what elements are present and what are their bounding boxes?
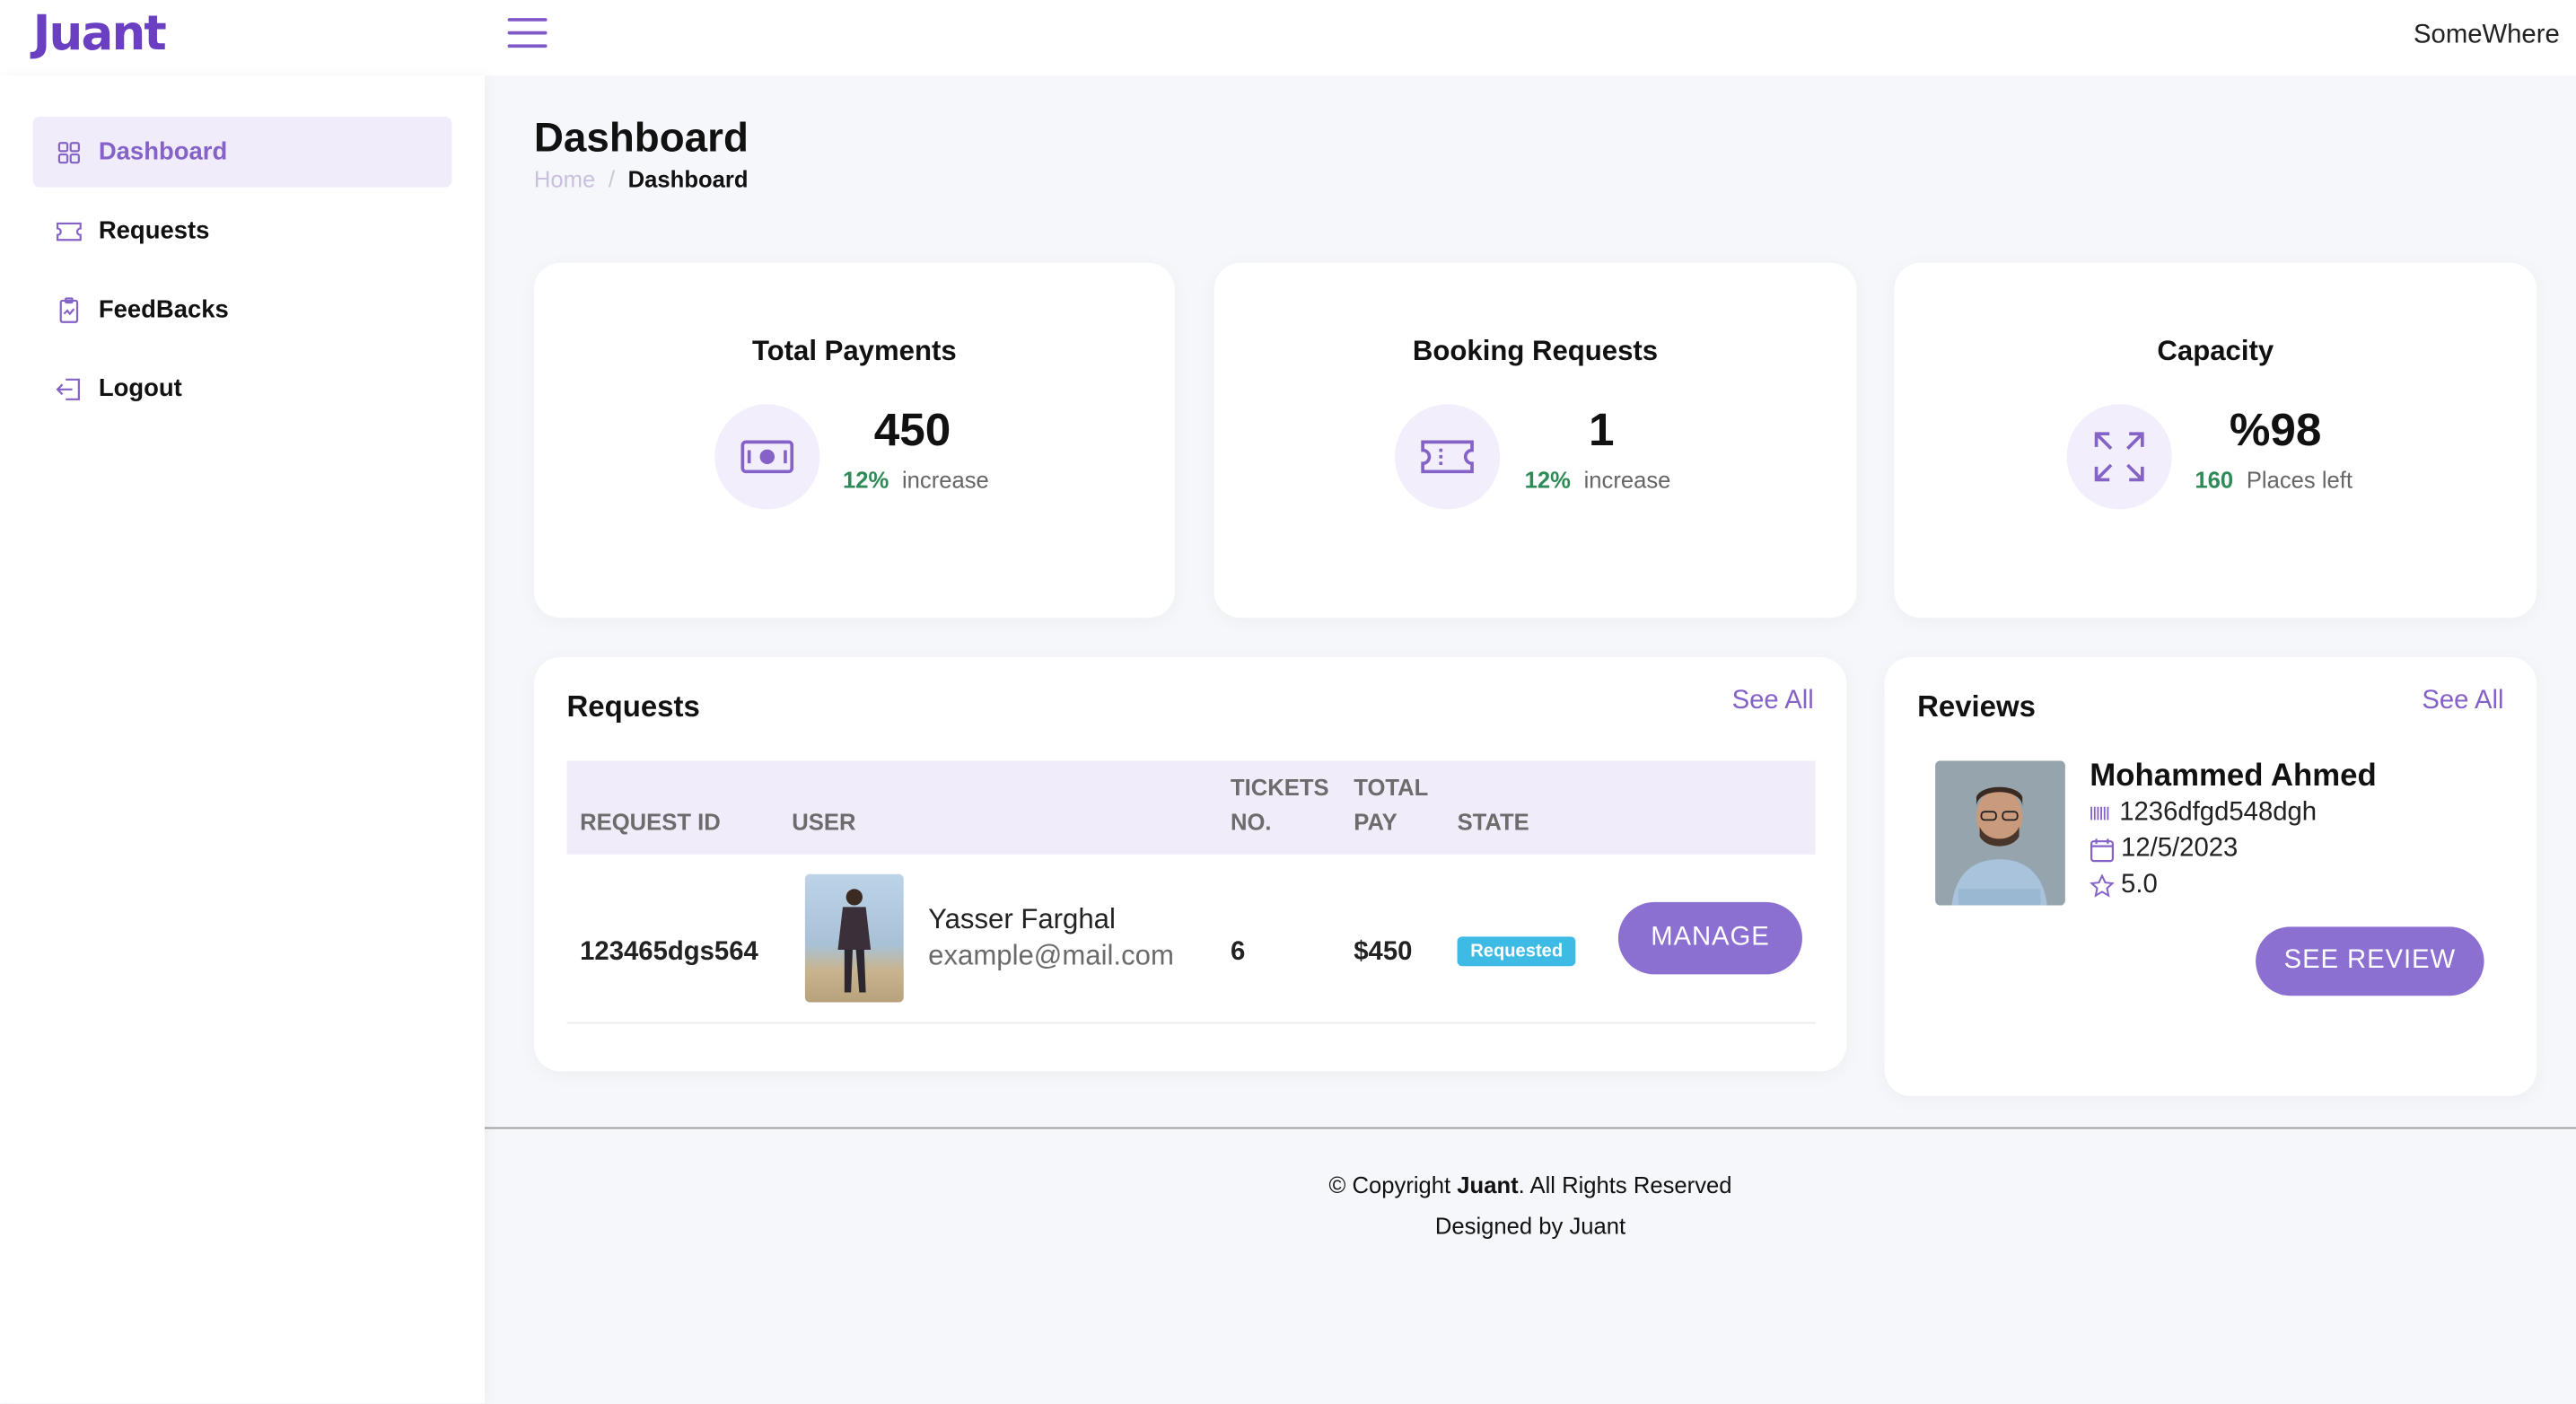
- stat-note: Places left: [2246, 466, 2353, 494]
- reviews-card: Reviews See All Mohammed Ahmed 1236dfgd5…: [1884, 657, 2537, 1096]
- reviewer-name: Mohammed Ahmed: [2090, 759, 2377, 794]
- calendar-icon: [2090, 838, 2114, 862]
- main-content: Dashboard Home / Dashboard Total Payments …: [484, 75, 2576, 1403]
- review-code-row: 1236dfgd548dgh: [2090, 799, 2317, 829]
- breadcrumb-separator: /: [608, 165, 616, 193]
- page-title: Dashboard: [533, 115, 749, 162]
- table-row: 123465dgs564 Yasser Farghal example@mail…: [566, 855, 1816, 1024]
- manage-button[interactable]: MANAGE: [1617, 901, 1802, 975]
- grid-icon: [56, 139, 82, 165]
- top-right-label[interactable]: SomeWhere: [2414, 22, 2560, 51]
- ticket-icon: [1395, 404, 1501, 510]
- stat-subtext: 12% increase: [1525, 467, 1671, 493]
- barcode-icon: [2090, 803, 2109, 823]
- stat-title: Total Payments: [751, 335, 957, 367]
- sidebar-item-label: FeedBacks: [98, 295, 229, 324]
- menu-toggle-icon[interactable]: [507, 18, 548, 51]
- star-icon: [2090, 873, 2115, 898]
- breadcrumb-home[interactable]: Home: [534, 166, 595, 192]
- stat-percent: 160: [2195, 466, 2234, 494]
- stat-percent: 12%: [1524, 466, 1571, 494]
- review-rating: 5.0: [2121, 871, 2158, 899]
- sidebar-item-label: Logout: [98, 374, 182, 403]
- stat-subtext: 160 Places left: [2195, 467, 2353, 493]
- avatar: [804, 873, 904, 1003]
- footer: © Copyright Juant. All Rights Reserved D…: [485, 1165, 2576, 1248]
- column-header-state: STATE: [1457, 808, 1529, 835]
- app-root: Juant SomeWhere Dashboard Requests FeedB…: [0, 0, 2576, 1404]
- requests-card: Requests See All REQUEST ID USER TICKETS…: [533, 657, 1847, 1072]
- stat-percent: 12%: [842, 466, 889, 494]
- stat-note: increase: [1583, 466, 1671, 494]
- request-id-cell: 123465dgs564: [580, 938, 758, 967]
- requests-table-header: REQUEST ID USER TICKETS NO. TOTAL PAY ST…: [566, 760, 1816, 855]
- expand-arrows-icon: [2066, 404, 2172, 510]
- stat-card-total-payments: Total Payments 450 12% increase: [533, 262, 1175, 619]
- see-review-button[interactable]: SEE REVIEW: [2256, 926, 2484, 996]
- stat-value: 1: [1588, 404, 1615, 456]
- breadcrumb-current: Dashboard: [627, 165, 749, 193]
- top-bar: Juant SomeWhere: [0, 0, 2576, 76]
- column-header-user: USER: [792, 808, 856, 835]
- reviews-see-all-link[interactable]: See All: [2422, 687, 2503, 716]
- review-date-row: 12/5/2023: [2090, 835, 2238, 864]
- tickets-cell: 6: [1230, 938, 1246, 967]
- column-header-line: NO.: [1230, 808, 1272, 835]
- column-header-tickets: TICKETS NO.: [1231, 770, 1329, 839]
- sidebar-item-dashboard[interactable]: Dashboard: [32, 116, 452, 188]
- avatar: [1935, 760, 2065, 906]
- requests-see-all-link[interactable]: See All: [1732, 687, 1814, 716]
- review-code: 1236dfgd548dgh: [2119, 798, 2318, 827]
- stat-title: Capacity: [2157, 335, 2274, 367]
- feedback-clipboard-icon: [56, 296, 82, 322]
- column-header-line: PAY: [1354, 808, 1398, 835]
- footer-copyright: © Copyright Juant. All Rights Reserved: [485, 1165, 2576, 1207]
- footer-divider: [484, 1127, 2576, 1129]
- sidebar-item-requests[interactable]: Requests: [33, 196, 452, 267]
- user-name: Yasser Farghal: [928, 903, 1116, 935]
- app-logo[interactable]: Juant: [33, 4, 167, 60]
- footer-copyright-prefix: © Copyright: [1328, 1171, 1451, 1198]
- stat-note: increase: [901, 466, 989, 494]
- stat-card-booking-requests: Booking Requests 1 12% increase: [1214, 262, 1857, 619]
- review-rating-row: 5.0: [2090, 871, 2158, 900]
- column-header-line: TOTAL: [1354, 774, 1429, 801]
- review-date: 12/5/2023: [2121, 834, 2239, 863]
- stat-title: Booking Requests: [1412, 335, 1659, 367]
- sidebar-item-label: Requests: [98, 216, 210, 245]
- footer-brand: Juant: [1457, 1171, 1519, 1198]
- total-pay-cell: $450: [1354, 938, 1413, 967]
- column-header-request-id: REQUEST ID: [580, 808, 721, 835]
- footer-copyright-suffix: . All Rights Reserved: [1518, 1171, 1732, 1198]
- sidebar-item-label: Dashboard: [98, 137, 228, 166]
- status-badge: Requested: [1457, 936, 1576, 967]
- breadcrumb: Home / Dashboard: [534, 166, 749, 192]
- requests-title: Requests: [566, 689, 700, 724]
- sidebar-item-feedbacks[interactable]: FeedBacks: [33, 275, 452, 346]
- user-email: example@mail.com: [928, 939, 1174, 971]
- stat-card-capacity: Capacity %98 160 Places left: [1894, 262, 2537, 619]
- sidebar: Dashboard Requests FeedBacks Logout: [0, 75, 485, 1404]
- column-header-line: TICKETS: [1230, 774, 1329, 801]
- stat-value: 450: [873, 404, 951, 456]
- logout-icon: [56, 375, 82, 401]
- reviews-title: Reviews: [1917, 689, 2036, 724]
- stat-subtext: 12% increase: [843, 467, 989, 493]
- footer-designed-by: Designed by Juant: [1434, 1212, 1626, 1240]
- cash-icon: [714, 404, 820, 510]
- column-header-total-pay: TOTAL PAY: [1354, 770, 1428, 839]
- sidebar-item-logout[interactable]: Logout: [33, 354, 452, 425]
- stat-value: %98: [2229, 404, 2322, 456]
- ticket-icon: [56, 218, 82, 244]
